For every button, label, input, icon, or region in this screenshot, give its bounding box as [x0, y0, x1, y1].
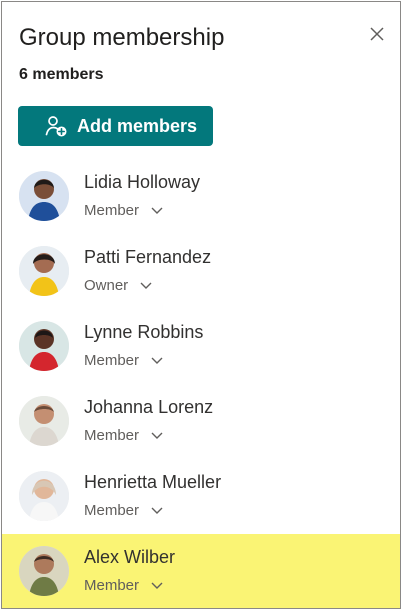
member-name: Johanna Lorenz [84, 397, 214, 417]
member-row-henrietta-mueller[interactable]: Henrietta Mueller Member [2, 459, 400, 534]
role-dropdown[interactable]: Member [84, 502, 163, 519]
chevron-down-icon [151, 507, 163, 515]
role-label: Owner [84, 277, 129, 294]
member-name: Alex Wilber [84, 547, 176, 567]
role-label: Member [84, 427, 140, 444]
avatar [19, 246, 69, 296]
chevron-down-icon [151, 357, 163, 365]
role-label: Member [84, 352, 140, 369]
role-label: Member [84, 577, 140, 594]
role-label: Member [84, 502, 140, 519]
role-dropdown[interactable]: Member [84, 202, 163, 219]
panel-title: Group membership [19, 24, 225, 51]
group-membership-panel: Group membership 6 members Add members L… [1, 1, 401, 609]
chevron-down-icon [151, 207, 163, 215]
role-dropdown[interactable]: Owner [84, 277, 152, 294]
avatar [19, 471, 69, 521]
avatar [19, 546, 69, 596]
member-name: Lidia Holloway [84, 172, 201, 192]
role-dropdown[interactable]: Member [84, 427, 163, 444]
close-button[interactable] [365, 22, 389, 46]
chevron-down-icon [151, 432, 163, 440]
member-name: Henrietta Mueller [84, 472, 222, 492]
avatar [19, 396, 69, 446]
member-row-alex-wilber[interactable]: Alex Wilber Member [2, 534, 400, 608]
member-row-patti-fernandez[interactable]: Patti Fernandez Owner [2, 234, 400, 309]
avatar [19, 321, 69, 371]
role-label: Member [84, 202, 140, 219]
chevron-down-icon [140, 282, 152, 290]
add-members-button[interactable]: Add members [18, 106, 213, 146]
member-count: 6 members [19, 66, 104, 83]
member-name: Patti Fernandez [84, 247, 212, 267]
member-row-johanna-lorenz[interactable]: Johanna Lorenz Member [2, 384, 400, 459]
member-name: Lynne Robbins [84, 322, 204, 342]
role-dropdown[interactable]: Member [84, 577, 163, 594]
avatar [19, 171, 69, 221]
member-row-lynne-robbins[interactable]: Lynne Robbins Member [2, 309, 400, 384]
chevron-down-icon [151, 582, 163, 590]
add-people-icon [45, 116, 67, 137]
close-icon [370, 27, 384, 41]
member-row-lidia-holloway[interactable]: Lidia Holloway Member [2, 159, 400, 234]
add-members-label: Add members [77, 115, 198, 136]
role-dropdown[interactable]: Member [84, 352, 163, 369]
member-list: Lidia Holloway Member Patti Fernandez Ow… [2, 159, 400, 608]
